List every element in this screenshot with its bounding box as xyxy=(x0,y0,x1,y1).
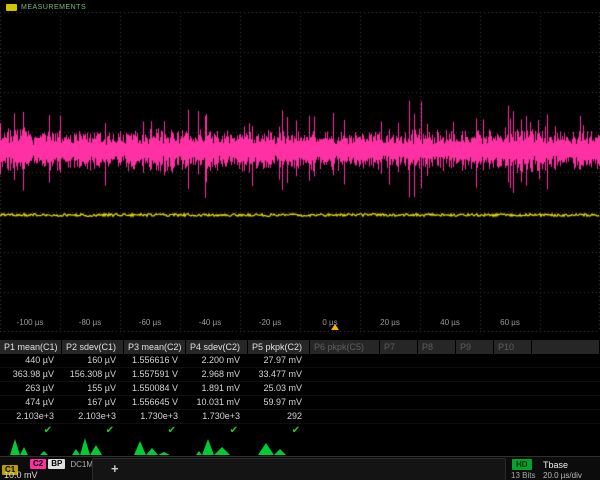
measure-cell: 10.031 mV xyxy=(186,396,248,410)
measure-row-mean: 363.98 µV 156.308 µV 1.557591 V 2.968 mV… xyxy=(0,368,600,382)
status-icon xyxy=(6,4,17,11)
time-label: -100 µs xyxy=(0,318,60,327)
measure-cell-empty xyxy=(310,354,600,368)
measure-cell: 2.968 mV xyxy=(186,368,248,382)
measure-cell-empty xyxy=(310,396,600,410)
histicon-p4[interactable] xyxy=(196,433,242,455)
measure-cell: 156.308 µV xyxy=(62,368,124,382)
measure-cell: 2.103e+3 xyxy=(62,410,124,424)
measure-cell: 474 µV xyxy=(0,396,62,410)
measure-header-p10[interactable]: P10 xyxy=(494,340,532,354)
measure-cell: 1.557591 V xyxy=(124,368,186,382)
trace-tray: + xyxy=(92,458,506,480)
measure-cell: 2.200 mV xyxy=(186,354,248,368)
time-label: -20 µs xyxy=(240,318,300,327)
waveform-display xyxy=(0,12,600,332)
measure-cell: 1.556616 V xyxy=(124,354,186,368)
measure-row-value: 440 µV 160 µV 1.556616 V 2.200 mV 27.97 … xyxy=(0,354,600,368)
measure-cell: 1.730e+3 xyxy=(124,410,186,424)
descriptor-bar: C1 10.0 mV C2 BP DC1M + HD 13 Bits Tbase… xyxy=(0,456,600,480)
histicon-p5[interactable] xyxy=(258,433,304,455)
measurement-table: P1 mean(C1) P2 sdev(C1) P3 mean(C2) P4 s… xyxy=(0,340,600,437)
hd-resolution: 13 Bits xyxy=(511,471,535,480)
time-label: 20 µs xyxy=(360,318,420,327)
measure-cell: 1.550084 V xyxy=(124,382,186,396)
measure-header-p3[interactable]: P3 mean(C2) xyxy=(124,340,186,354)
measure-row-num: 2.103e+3 2.103e+3 1.730e+3 1.730e+3 292 xyxy=(0,410,600,424)
measure-cell: 263 µV xyxy=(0,382,62,396)
timebase-descriptor[interactable]: Tbase xyxy=(543,460,568,470)
c2-label[interactable]: C2 xyxy=(30,459,46,469)
status-label: MEASUREMENTS xyxy=(21,4,86,11)
measure-cell: 363.98 µV xyxy=(0,368,62,382)
measure-cell: 155 µV xyxy=(62,382,124,396)
measure-cell: 2.103e+3 xyxy=(0,410,62,424)
time-label: 60 µs xyxy=(480,318,540,327)
measure-cell: 33.477 mV xyxy=(248,368,310,382)
timebase-per-div: 20.0 µs/div xyxy=(543,471,582,480)
c1-volts-per-div: 10.0 mV xyxy=(4,470,38,480)
oscilloscope-screen: MEASUREMENTS -100 µs -80 µs -60 µs -40 µ… xyxy=(0,0,600,480)
measure-header-p9[interactable]: P9 xyxy=(456,340,494,354)
measure-cell: 160 µV xyxy=(62,354,124,368)
measure-header-p5[interactable]: P5 pkpk(C2) xyxy=(248,340,310,354)
measure-cell: 25.03 mV xyxy=(248,382,310,396)
time-label: -60 µs xyxy=(120,318,180,327)
trigger-time-marker[interactable] xyxy=(331,324,339,330)
measure-cell: 59.97 mV xyxy=(248,396,310,410)
measure-cell-empty xyxy=(310,382,600,396)
measure-cell: 1.556645 V xyxy=(124,396,186,410)
time-label: -80 µs xyxy=(60,318,120,327)
top-status: MEASUREMENTS xyxy=(6,2,86,12)
measure-cell: 27.97 mV xyxy=(248,354,310,368)
hd-badge: HD xyxy=(512,459,532,470)
histicon-p2[interactable] xyxy=(72,433,118,455)
measure-histicon-strip xyxy=(0,433,600,455)
measure-header-row: P1 mean(C1) P2 sdev(C1) P3 mean(C2) P4 s… xyxy=(0,340,600,354)
measure-header-p1[interactable]: P1 mean(C1) xyxy=(0,340,62,354)
time-label: 40 µs xyxy=(420,318,480,327)
measure-header-p8[interactable]: P8 xyxy=(418,340,456,354)
time-axis: -100 µs -80 µs -60 µs -40 µs -20 µs 0 µs… xyxy=(0,318,600,330)
add-trace-button[interactable]: + xyxy=(111,462,119,476)
time-label: 0 µs xyxy=(300,318,360,327)
c2-badge: BP xyxy=(48,459,65,469)
measure-header-p4[interactable]: P4 sdev(C2) xyxy=(186,340,248,354)
measure-header-p7[interactable]: P7 xyxy=(380,340,418,354)
measure-cell: 1.891 mV xyxy=(186,382,248,396)
measure-row-max: 474 µV 167 µV 1.556645 V 10.031 mV 59.97… xyxy=(0,396,600,410)
measure-cell: 292 xyxy=(248,410,310,424)
channel-descriptor-c2[interactable]: C2 BP DC1M xyxy=(30,459,93,469)
c2-coupling: DC1M xyxy=(70,460,93,469)
measure-cell: 1.730e+3 xyxy=(186,410,248,424)
measure-header-p6[interactable]: P6 pkpk(C5) xyxy=(310,340,380,354)
histicon-p1[interactable] xyxy=(10,433,56,455)
histicon-p3[interactable] xyxy=(134,433,180,455)
measure-cell: 167 µV xyxy=(62,396,124,410)
time-label: -40 µs xyxy=(180,318,240,327)
measure-header-p2[interactable]: P2 sdev(C1) xyxy=(62,340,124,354)
measure-header-filler xyxy=(532,340,600,354)
measure-row-min: 263 µV 155 µV 1.550084 V 1.891 mV 25.03 … xyxy=(0,382,600,396)
measure-cell-empty xyxy=(310,368,600,382)
measure-cell: 440 µV xyxy=(0,354,62,368)
measure-cell-empty xyxy=(310,410,600,424)
